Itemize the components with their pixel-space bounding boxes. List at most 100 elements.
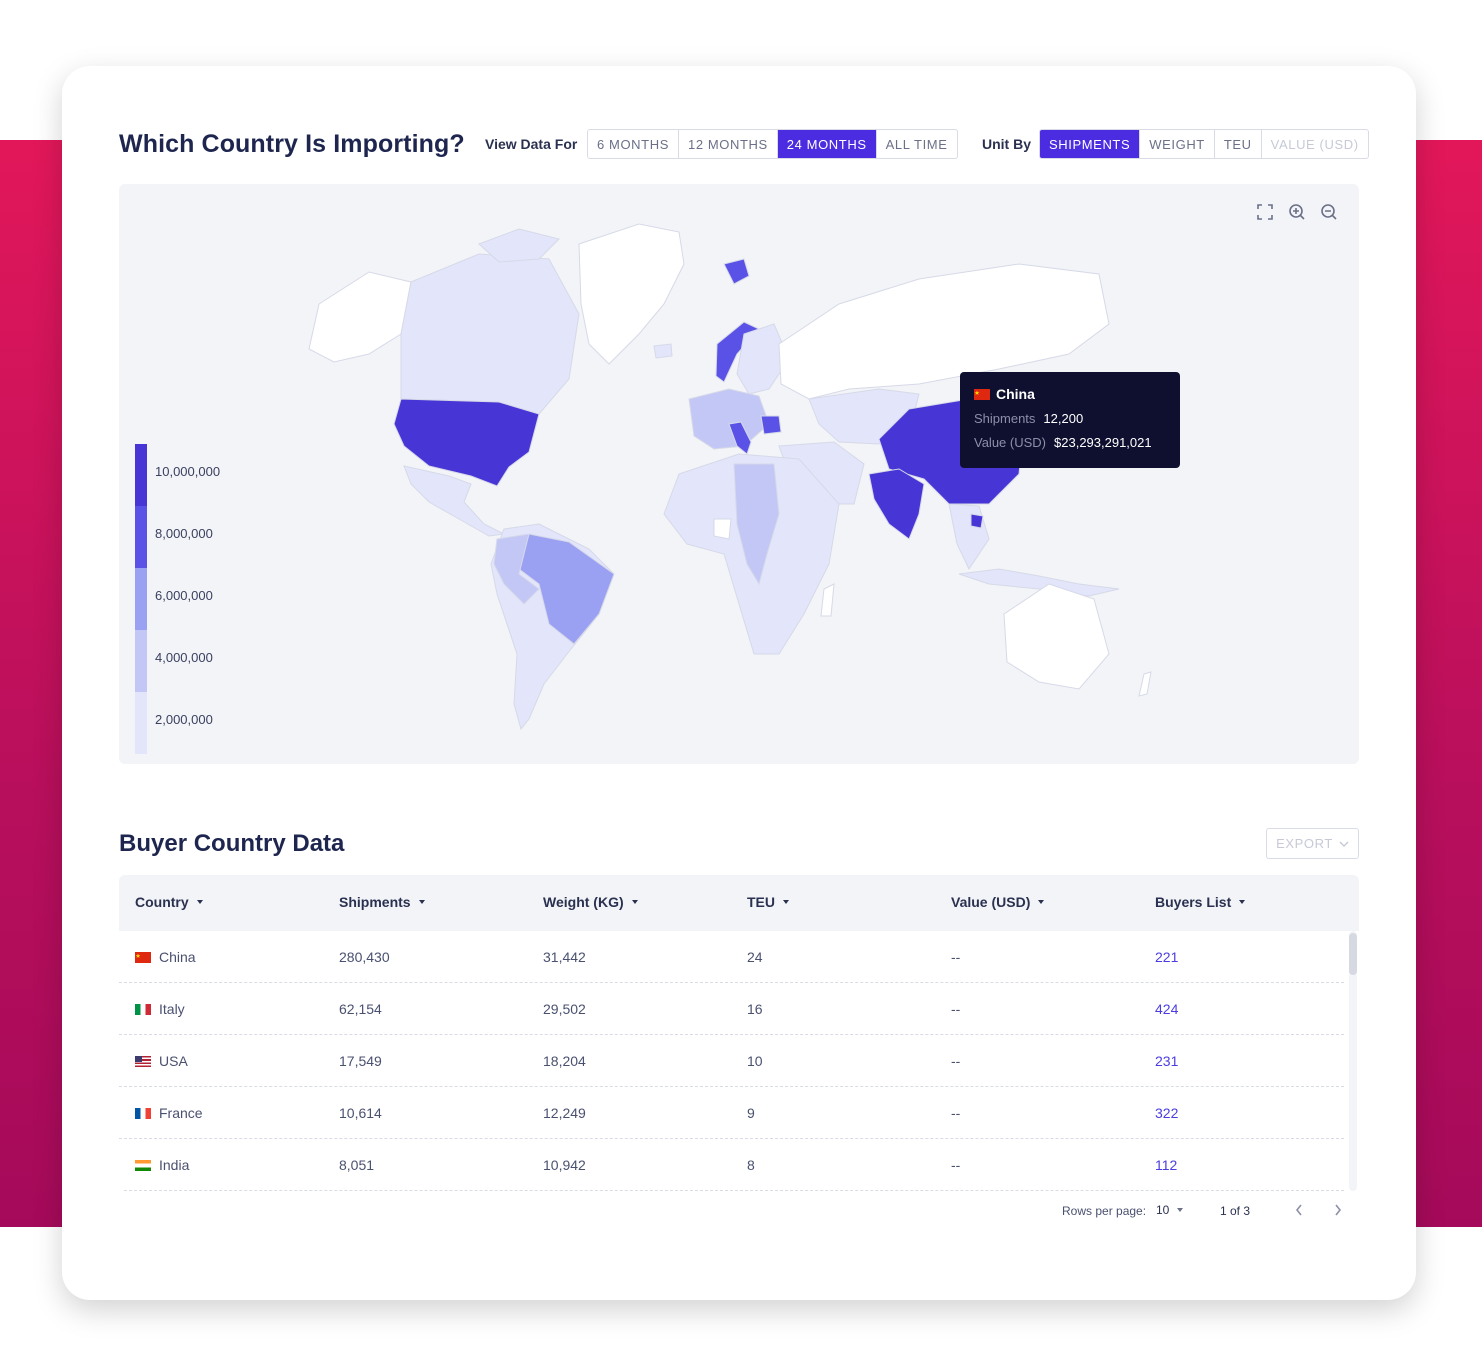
map-australia [1003,583,1110,690]
country-name: France [159,1105,203,1121]
country-name: China [159,949,196,965]
legend-label: 6,000,000 [155,588,213,603]
buyers-link[interactable]: 231 [1155,1053,1178,1069]
country-cell: USA [135,1053,188,1069]
legend-seg-1 [135,444,147,506]
legend-seg-5 [135,692,147,754]
map-tools [1255,202,1339,222]
map-madagascar [820,583,835,617]
map-western-europe [688,388,770,450]
tooltip-key: Shipments [974,411,1036,426]
legend-label: 4,000,000 [155,650,213,665]
table-section-title: Buyer Country Data [119,830,345,857]
table-row: USA 17,549 18,204 10 -- 231 [119,1035,1344,1087]
prev-page-icon[interactable] [1289,1200,1309,1220]
fullscreen-icon[interactable] [1255,202,1275,222]
zoom-out-icon[interactable] [1319,202,1339,222]
legend-seg-4 [135,630,147,692]
export-button[interactable]: EXPORT [1266,828,1359,859]
legend-label: 2,000,000 [155,712,213,727]
table-row: China 280,430 31,442 24 -- 221 [119,931,1344,983]
period-24-months-button[interactable]: 24 MONTHS [777,130,877,158]
legend-seg-3 [135,568,147,630]
scrollbar-thumb[interactable] [1349,933,1357,975]
buyer-country-table: Country Shipments Weight (KG) TEU Value … [119,875,1359,1191]
legend-label: 10,000,000 [155,464,221,479]
legend-color-bar [135,444,147,754]
tooltip-value: 12,200 [1043,411,1084,426]
tooltip-key: Value (USD) [974,435,1047,450]
india-flag-icon [135,1159,151,1171]
legend-seg-2 [135,506,147,568]
column-header-country[interactable]: Country [135,894,203,910]
caret-down-icon [1177,1208,1184,1212]
next-page-icon[interactable] [1328,1200,1348,1220]
map-se-asia [948,503,990,571]
teu-cell: 16 [747,1001,763,1017]
china-flag-icon [135,951,151,963]
weight-cell: 12,249 [543,1105,586,1121]
map-india [868,468,925,540]
country-cell: China [135,949,196,965]
buyers-link[interactable]: 112 [1155,1157,1177,1173]
map-canada [400,253,580,415]
column-header-teu[interactable]: TEU [747,894,789,910]
map-tooltip: China Shipments 12,200 Value (USD) $23,2… [960,372,1180,468]
column-header-buyers[interactable]: Buyers List [1155,894,1246,910]
unit-teu-button[interactable]: TEU [1215,130,1262,158]
sort-arrow-icon [1038,900,1045,904]
main-card: Which Country Is Importing? View Data Fo… [62,66,1416,1300]
world-map-panel: 10,000,000 8,000,000 6,000,000 4,000,000… [119,184,1359,764]
shipments-cell: 17,549 [339,1053,382,1069]
map-greenland [578,223,685,365]
unit-weight-button[interactable]: WEIGHT [1140,130,1215,158]
country-cell: Italy [135,1001,185,1017]
tooltip-country: China [996,386,1035,402]
usa-flag-icon [135,1055,151,1067]
sort-arrow-icon [631,900,638,904]
column-header-shipments[interactable]: Shipments [339,894,425,910]
value-cell: -- [951,1001,961,1017]
table-row: France 10,614 12,249 9 -- 322 [119,1087,1344,1139]
china-flag-icon [974,388,990,400]
chevron-down-icon [1339,841,1349,847]
unit-value-button[interactable]: VALUE (USD) [1262,130,1368,158]
sort-arrow-icon [196,900,203,904]
table-body: China 280,430 31,442 24 -- 221 Italy 62,… [119,931,1344,1191]
world-map[interactable] [119,184,1359,764]
teu-cell: 10 [747,1053,763,1069]
france-flag-icon [135,1107,151,1119]
weight-cell: 10,942 [543,1157,586,1173]
export-label: EXPORT [1276,836,1333,851]
period-6-months-button[interactable]: 6 MONTHS [588,130,679,158]
unit-segmented-control: SHIPMENTS WEIGHT TEU VALUE (USD) [1039,129,1369,159]
shipments-cell: 280,430 [339,949,390,965]
map-svalbard [723,258,750,285]
buyers-link[interactable]: 221 [1155,949,1178,965]
rows-per-page-label: Rows per page: [1062,1204,1147,1218]
sort-arrow-icon [1239,900,1246,904]
shipments-cell: 62,154 [339,1001,382,1017]
weight-cell: 31,442 [543,949,586,965]
period-all-time-button[interactable]: ALL TIME [877,130,957,158]
period-12-months-button[interactable]: 12 MONTHS [679,130,778,158]
unit-shipments-button[interactable]: SHIPMENTS [1040,130,1141,158]
tooltip-title: China [974,386,1166,402]
shipments-cell: 10,614 [339,1105,382,1121]
view-data-label: View Data For [485,136,578,152]
map-new-zealand [1138,671,1152,697]
zoom-in-icon[interactable] [1287,202,1307,222]
column-header-weight[interactable]: Weight (KG) [543,894,638,910]
value-cell: -- [951,1105,961,1121]
buyers-link[interactable]: 322 [1155,1105,1178,1121]
buyers-link[interactable]: 424 [1155,1001,1178,1017]
table-scrollbar[interactable] [1349,931,1357,1191]
map-africa-white [713,518,732,540]
value-cell: -- [951,1053,961,1069]
column-header-value[interactable]: Value (USD) [951,894,1045,910]
sort-arrow-icon [418,900,425,904]
map-alaska [308,271,412,363]
teu-cell: 9 [747,1105,755,1121]
rows-per-page-select[interactable]: 10 [1156,1203,1184,1217]
country-cell: France [135,1105,203,1121]
